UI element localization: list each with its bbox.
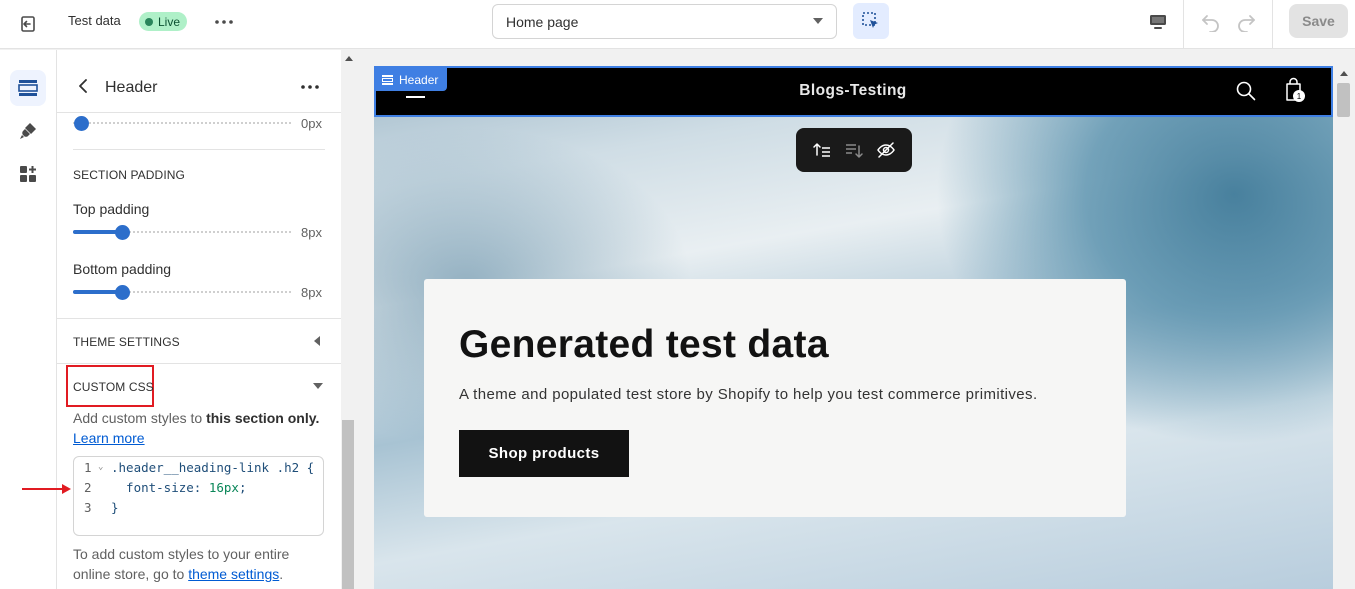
theme-settings-nav-button[interactable] (10, 113, 46, 149)
menu-icon[interactable] (406, 96, 425, 98)
fold-chevron-icon[interactable]: ⌄ (98, 462, 103, 472)
bottom-padding-label: Bottom padding (73, 261, 172, 277)
save-button[interactable]: Save (1289, 4, 1348, 38)
slider-track (73, 122, 293, 124)
code-line: 2 font-size: 16px; (74, 480, 323, 500)
undo-icon (1202, 15, 1219, 32)
custom-css-help-prefix: Add custom styles to (73, 410, 207, 426)
top-bar: Test data Live Home page Save (0, 0, 1355, 49)
code-text: .header__heading-link .h2 { (111, 460, 315, 475)
theme-name: Test data (68, 13, 121, 28)
divider (73, 149, 325, 150)
caret-left-icon[interactable] (314, 336, 320, 346)
custom-css-heading[interactable]: CUSTOM CSS (73, 380, 154, 394)
undo-button[interactable] (1197, 8, 1225, 36)
hero-title: Generated test data (459, 323, 829, 366)
divider (57, 318, 341, 319)
slider-thumb[interactable] (115, 225, 130, 240)
cart-icon[interactable]: 1 (1280, 76, 1310, 111)
more-actions-icon[interactable] (212, 10, 236, 34)
code-semicolon: ; (238, 480, 247, 495)
section-padding-heading: SECTION PADDING (73, 168, 185, 182)
caret-down-icon[interactable] (313, 383, 323, 389)
divider (57, 363, 341, 364)
line-number: 3 (84, 500, 92, 515)
desktop-icon (1150, 15, 1166, 29)
top-padding-slider[interactable] (73, 225, 293, 240)
redo-icon (1238, 15, 1255, 32)
line-number: 1 (84, 460, 92, 475)
hide-eye-icon[interactable] (876, 140, 896, 160)
panel-header: Header (57, 50, 341, 113)
scroll-up-arrow-icon[interactable] (1340, 71, 1348, 76)
preview-scrollbar[interactable] (1333, 66, 1355, 589)
bottom-padding-value: 8px (301, 285, 322, 300)
annotation-arrow-icon (22, 484, 71, 494)
slider-thumb[interactable] (74, 116, 89, 131)
header-tag-label: Header (399, 72, 439, 87)
top-padding-label: Top padding (73, 201, 150, 217)
apps-icon (20, 166, 36, 182)
bottom-padding-slider[interactable] (73, 285, 293, 300)
cart-count: 1 (1297, 92, 1302, 101)
apps-nav-button[interactable] (10, 156, 46, 192)
search-icon[interactable] (1236, 81, 1256, 101)
code-text: } (111, 500, 119, 515)
custom-css-editor[interactable]: 1 ⌄ .header__heading-link .h2 { 2 font-s… (73, 456, 324, 536)
divider (1183, 0, 1184, 49)
section-icon (382, 74, 393, 85)
inspector-toggle-button[interactable] (853, 3, 889, 39)
slider-thumb[interactable] (115, 285, 130, 300)
line-number: 2 (84, 480, 92, 495)
shop-products-button[interactable]: Shop products (459, 430, 629, 477)
margin-slider-value: 0px (301, 116, 322, 131)
left-rail (0, 50, 57, 589)
theme-css-help-suffix: . (279, 566, 284, 582)
panel-title: Header (105, 79, 158, 96)
select-cursor-icon (862, 12, 878, 28)
section-floating-toolbar (796, 128, 912, 172)
scrollbar-thumb[interactable] (1337, 83, 1350, 117)
code-number: 16px (208, 480, 239, 495)
custom-css-help: Add custom styles to this section only. L… (73, 408, 328, 448)
more-options-icon[interactable] (299, 78, 321, 96)
scrollbar-thumb[interactable] (342, 420, 354, 589)
custom-css-help-bold: this section only. (206, 410, 320, 426)
paintbrush-icon (20, 123, 36, 139)
page-select[interactable]: Home page (492, 4, 837, 39)
learn-more-link[interactable]: Learn more (73, 430, 145, 446)
live-badge: Live (139, 12, 188, 31)
hero-banner-card: Generated test data A theme and populate… (424, 279, 1126, 517)
theme-settings-link[interactable]: theme settings (188, 566, 279, 582)
panel-scrollbar[interactable] (341, 50, 356, 589)
code-text: font-size: 16px; (111, 480, 246, 495)
live-dot-icon (145, 17, 153, 26)
code-line: 1 ⌄ .header__heading-link .h2 { (74, 460, 323, 480)
sections-icon (18, 80, 38, 96)
theme-css-help: To add custom styles to your entire onli… (73, 544, 328, 584)
divider (1272, 0, 1273, 49)
page-select-value: Home page (506, 14, 579, 30)
live-badge-label: Live (158, 14, 181, 29)
margin-slider[interactable] (73, 116, 293, 131)
theme-settings-heading[interactable]: THEME SETTINGS (73, 335, 180, 349)
hero-text: A theme and populated test store by Shop… (459, 386, 1038, 403)
redo-button[interactable] (1232, 8, 1260, 36)
header-section-tag: Header (374, 68, 448, 91)
settings-panel: Header 0px SECTION PADDING Top padding 8… (57, 50, 341, 589)
device-preview-button[interactable] (1142, 8, 1174, 36)
store-title[interactable]: Blogs-Testing (780, 82, 926, 100)
chevron-left-icon (79, 79, 87, 93)
code-property: font-size: (111, 480, 209, 495)
move-down-icon[interactable] (844, 140, 864, 160)
exit-icon[interactable] (12, 8, 44, 40)
chevron-down-icon (813, 18, 823, 24)
back-button[interactable] (73, 76, 93, 96)
scroll-up-arrow-icon[interactable] (345, 56, 353, 61)
sections-nav-button[interactable] (10, 70, 46, 106)
top-padding-value: 8px (301, 225, 322, 240)
move-up-icon[interactable] (812, 140, 832, 160)
code-line: 3 } (74, 500, 323, 520)
